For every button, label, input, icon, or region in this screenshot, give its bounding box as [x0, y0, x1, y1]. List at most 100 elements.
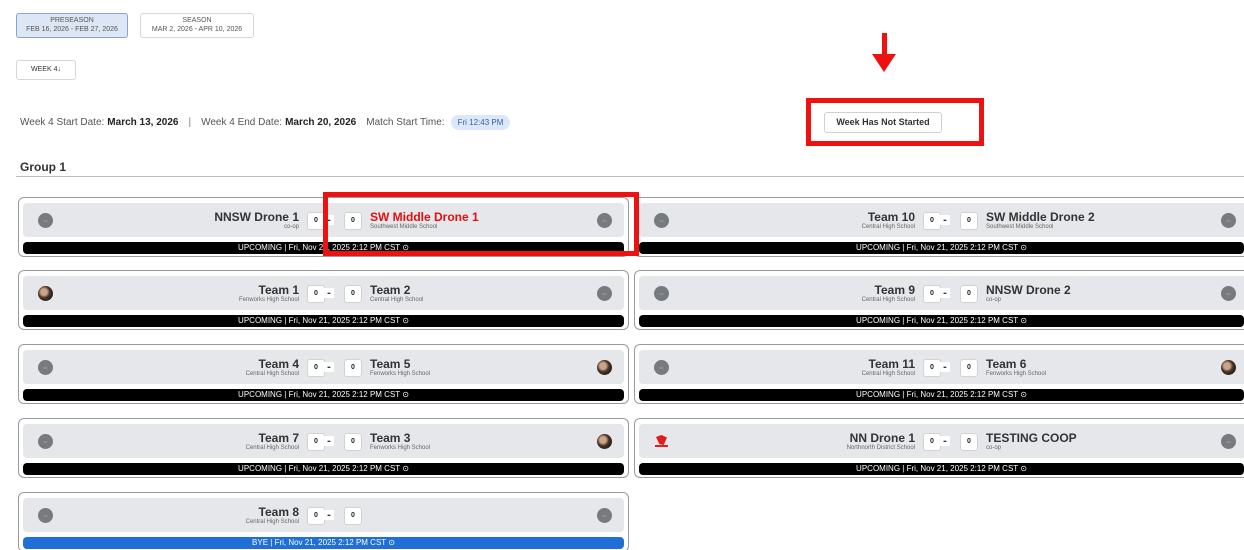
match-card[interactable]: cc Team 10 Central High School 0 0 SW Mi…: [634, 197, 1244, 257]
away-team-name[interactable]: Team 5: [370, 357, 410, 371]
season-label: SEASON: [182, 17, 212, 24]
away-team-panel[interactable]: 0 Team 2 Central High School cc: [332, 276, 624, 310]
away-team-name[interactable]: SW Middle Drone 2: [986, 210, 1095, 224]
away-team-name[interactable]: Team 2: [370, 283, 410, 297]
away-team-school: Fenworks High School: [986, 371, 1047, 377]
match-status-bar[interactable]: UPCOMING | Fri, Nov 21, 2025 2:12 PM CST…: [639, 315, 1244, 327]
away-score: 0: [960, 359, 978, 377]
match-card[interactable]: cc Team 4 Central High School 0 0 Team 5…: [18, 344, 629, 404]
info-separator: |: [188, 117, 192, 128]
match-card[interactable]: cc Team 7 Central High School 0 0 Team 3…: [18, 418, 629, 478]
away-score: 0: [344, 433, 362, 451]
home-score: 0: [307, 285, 325, 303]
start-date-label: Week 4 Start Date:: [20, 117, 105, 128]
annotation-arrow-shaft: [882, 33, 887, 55]
home-score: 0: [307, 433, 325, 451]
match-status-bar[interactable]: UPCOMING | Fri, Nov 21, 2025 2:12 PM CST…: [639, 463, 1244, 475]
home-team-school: Central High School: [245, 371, 299, 377]
home-team-school: Central High School: [245, 519, 299, 525]
match-status-bar[interactable]: UPCOMING | Fri, Nov 21, 2025 2:12 PM CST…: [639, 242, 1244, 254]
away-score: 0: [344, 359, 362, 377]
home-team-name[interactable]: Team 9: [875, 283, 915, 297]
home-team-school: Central High School: [861, 371, 915, 377]
team-highlight-box: [323, 192, 639, 256]
home-team-name[interactable]: Team 10: [868, 210, 915, 224]
match-card[interactable]: Team 1 Fenworks High School 0 0 Team 2 C…: [18, 270, 629, 330]
home-team-name[interactable]: Team 1: [259, 283, 299, 297]
away-team-logo-icon: cc: [1221, 213, 1236, 228]
end-date-label: Week 4 End Date:: [201, 117, 283, 128]
match-card[interactable]: cc Team 8 Central High School 0 0 cc - B…: [18, 492, 629, 550]
away-team-panel[interactable]: 0 Team 5 Fenworks High School: [332, 350, 624, 384]
away-team-logo-icon: cc: [597, 286, 612, 301]
match-card[interactable]: cc Team 9 Central High School 0 0 NNSW D…: [634, 270, 1244, 330]
match-status-bar[interactable]: UPCOMING | Fri, Nov 21, 2025 2:12 PM CST…: [639, 389, 1244, 401]
away-team-panel[interactable]: 0 NNSW Drone 2 co-op cc: [948, 276, 1244, 310]
match-card[interactable]: cc Team 11 Central High School 0 0 Team …: [634, 344, 1244, 404]
home-team-school: Northnorth District School: [846, 445, 915, 451]
preseason-tab[interactable]: PRESEASON FEB 16, 2026 - FEB 27, 2026: [16, 13, 128, 38]
week-info: Week 4 Start Date: March 13, 2026 | Week…: [20, 115, 511, 130]
annotation-arrow-icon: [872, 54, 896, 72]
home-team-panel[interactable]: cc Team 9 Central High School 0: [639, 276, 953, 310]
versus-dash: -: [940, 215, 950, 226]
home-score: 0: [307, 359, 325, 377]
home-team-name[interactable]: NNSW Drone 1: [214, 210, 299, 224]
match-status-bar[interactable]: UPCOMING | Fri, Nov 21, 2025 2:12 PM CST…: [23, 315, 624, 327]
home-team-name[interactable]: Team 4: [259, 357, 299, 371]
versus-dash: -: [940, 288, 950, 299]
home-team-panel[interactable]: NN Drone 1 Northnorth District School 0: [639, 424, 953, 458]
home-score: 0: [923, 433, 941, 451]
away-team-panel[interactable]: 0 cc: [332, 498, 624, 532]
match-start-label: Match Start Time:: [366, 117, 445, 128]
status-highlight-box: [806, 98, 984, 146]
versus-dash: -: [940, 436, 950, 447]
home-team-logo-icon: [38, 286, 53, 301]
preseason-dates: FEB 16, 2026 - FEB 27, 2026: [26, 26, 118, 33]
home-team-logo-icon: cc: [38, 508, 53, 523]
home-team-panel[interactable]: cc Team 7 Central High School 0: [23, 424, 337, 458]
home-score: 0: [923, 212, 941, 230]
away-team-logo-icon: [1221, 360, 1236, 375]
away-team-panel[interactable]: 0 SW Middle Drone 2 Southwest Middle Sch…: [948, 203, 1244, 237]
match-status-bar[interactable]: UPCOMING | Fri, Nov 21, 2025 2:12 PM CST…: [23, 389, 624, 401]
home-team-name[interactable]: Team 8: [259, 505, 299, 519]
home-team-panel[interactable]: cc Team 10 Central High School 0: [639, 203, 953, 237]
away-team-name[interactable]: Team 6: [986, 357, 1026, 371]
home-team-name[interactable]: NN Drone 1: [850, 431, 915, 445]
versus-dash: -: [940, 362, 950, 373]
away-team-name[interactable]: Team 3: [370, 431, 410, 445]
home-team-school: Central High School: [861, 297, 915, 303]
away-team-panel[interactable]: 0 Team 6 Fenworks High School: [948, 350, 1244, 384]
match-status-bar[interactable]: BYE | Fri, Nov 21, 2025 2:12 PM CST ⊙: [23, 537, 624, 549]
home-team-school: Central High School: [861, 224, 915, 230]
match-card[interactable]: NN Drone 1 Northnorth District School 0 …: [634, 418, 1244, 478]
home-team-panel[interactable]: cc Team 4 Central High School 0: [23, 350, 337, 384]
away-team-name[interactable]: TESTING COOP: [986, 431, 1077, 445]
versus-dash: -: [324, 362, 334, 373]
away-team-name[interactable]: NNSW Drone 2: [986, 283, 1071, 297]
away-team-panel[interactable]: 0 Team 3 Fenworks High School: [332, 424, 624, 458]
season-tab[interactable]: SEASON MAR 2, 2026 - APR 10, 2026: [140, 13, 254, 38]
away-score: 0: [960, 285, 978, 303]
away-team-logo-icon: [597, 434, 612, 449]
away-team-panel[interactable]: 0 TESTING COOP co-op cc: [948, 424, 1244, 458]
away-team-school: co-op: [986, 445, 1002, 451]
away-team-logo-icon: [597, 360, 612, 375]
away-team-logo-icon: cc: [1221, 434, 1236, 449]
home-team-logo-icon: cc: [38, 213, 53, 228]
home-team-panel[interactable]: cc Team 8 Central High School 0: [23, 498, 337, 532]
away-score: 0: [960, 433, 978, 451]
home-team-panel[interactable]: cc Team 11 Central High School 0: [639, 350, 953, 384]
home-team-name[interactable]: Team 7: [259, 431, 299, 445]
match-status-bar[interactable]: UPCOMING | Fri, Nov 21, 2025 2:12 PM CST…: [23, 463, 624, 475]
away-score: 0: [344, 285, 362, 303]
home-team-panel[interactable]: cc NNSW Drone 1 co-op 0: [23, 203, 337, 237]
home-score: 0: [307, 507, 325, 525]
home-team-name[interactable]: Team 11: [869, 357, 915, 371]
match-start-time-pill: Fri 12:43 PM: [450, 115, 511, 130]
home-team-panel[interactable]: Team 1 Fenworks High School 0: [23, 276, 337, 310]
week-dropdown[interactable]: WEEK 4↓: [16, 60, 76, 80]
season-dates: MAR 2, 2026 - APR 10, 2026: [151, 26, 243, 33]
away-score: 0: [344, 507, 362, 525]
